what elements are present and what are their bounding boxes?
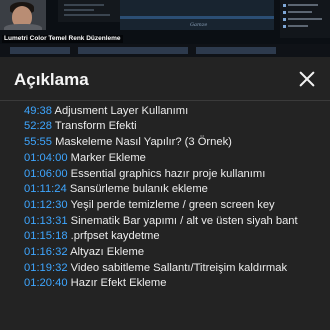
program-monitor: Gamze bbox=[120, 0, 274, 30]
chapter-timestamp-link[interactable]: 01:11:24 bbox=[24, 183, 67, 195]
editor-timeline bbox=[0, 44, 330, 57]
chapter-item: 49:38 Adjusment Layer Kullanımı bbox=[24, 104, 324, 120]
chapter-title: Maskeleme Nasıl Yapılır? (3 Örnek) bbox=[55, 136, 232, 149]
chapter-title: Essential graphics hazır proje kullanımı bbox=[70, 167, 266, 180]
chapter-title: Sansürleme bulanık ekleme bbox=[69, 183, 208, 196]
close-icon[interactable] bbox=[297, 69, 317, 89]
chapter-item: 52:28 Transform Efekti bbox=[24, 119, 324, 135]
signature-watermark: Gamze bbox=[190, 22, 208, 28]
chapter-timestamp-link[interactable]: 01:19:32 bbox=[24, 262, 68, 274]
chapter-item: 01:20:40 Hazır Efekt Ekleme bbox=[24, 276, 324, 292]
chapter-item: 01:19:32 Video sabitleme Sallantı/Titrei… bbox=[24, 261, 300, 277]
chapter-title: .prfpset kaydetme bbox=[70, 230, 160, 243]
chapter-title: Altyazı Ekleme bbox=[70, 246, 145, 259]
chapter-timestamp-link[interactable]: 55:55 bbox=[24, 136, 52, 148]
project-panel bbox=[280, 0, 330, 38]
chapter-title: Yeşil perde temizleme / green screen key bbox=[70, 198, 275, 211]
description-panel: 46:25 Lumetri color Temel Renk düzenleme… bbox=[0, 57, 330, 330]
editor-effects-panel bbox=[58, 0, 121, 22]
chapter-item: 01:12:30 Yeşil perde temizleme / green s… bbox=[24, 198, 324, 214]
chapter-title: Sinematik Bar yapımı / alt ve üsten siya… bbox=[70, 214, 298, 227]
webcam-overlay bbox=[0, 0, 46, 30]
chapter-timestamp-link[interactable]: 01:06:00 bbox=[24, 168, 68, 180]
chapter-title: Hazır Efekt Ekleme bbox=[70, 277, 167, 290]
chapter-timestamp-link[interactable]: 01:12:30 bbox=[24, 199, 68, 211]
chapter-item: 01:15:18 .prfpset kaydetme bbox=[24, 229, 324, 245]
chapter-item: 01:04:00 Marker Ekleme bbox=[24, 151, 324, 167]
header-divider bbox=[0, 100, 330, 101]
chapter-timestamp-link[interactable]: 01:04:00 bbox=[24, 152, 68, 164]
chapter-list: 46:25 Lumetri color Temel Renk düzenleme… bbox=[24, 88, 324, 292]
chapter-item: 01:13:31 Sinematik Bar yapımı / alt ve ü… bbox=[24, 214, 300, 230]
chapter-title: Adjusment Layer Kullanımı bbox=[54, 104, 189, 117]
chapter-item: 55:55 Maskeleme Nasıl Yapılır? (3 Örnek) bbox=[24, 135, 324, 151]
chapter-title: Video sabitleme Sallantı/Titreişim kaldı… bbox=[70, 261, 288, 274]
chapter-title: Marker Ekleme bbox=[70, 151, 146, 164]
video-player[interactable]: Gamze Lumetri Color Temel Renk Düzenleme bbox=[0, 0, 330, 57]
panel-title: Açıklama bbox=[14, 70, 89, 89]
chapter-item: 01:11:24 Sansürleme bulanık ekleme bbox=[24, 182, 324, 198]
chapter-timestamp-link[interactable]: 49:38 bbox=[24, 105, 52, 117]
chapter-timestamp-link[interactable]: 52:28 bbox=[24, 120, 52, 132]
chapter-title: Transform Efekti bbox=[54, 120, 137, 133]
chapter-item: 01:06:00 Essential graphics hazır proje … bbox=[24, 167, 324, 183]
video-caption: Lumetri Color Temel Renk Düzenleme bbox=[2, 35, 123, 43]
chapter-item: 01:16:32 Altyazı Ekleme bbox=[24, 245, 324, 261]
chapter-timestamp-link[interactable]: 01:15:18 bbox=[24, 230, 68, 242]
chapter-timestamp-link[interactable]: 01:20:40 bbox=[24, 277, 68, 289]
chapter-timestamp-link[interactable]: 01:13:31 bbox=[24, 215, 68, 227]
chapter-timestamp-link[interactable]: 01:16:32 bbox=[24, 246, 68, 258]
